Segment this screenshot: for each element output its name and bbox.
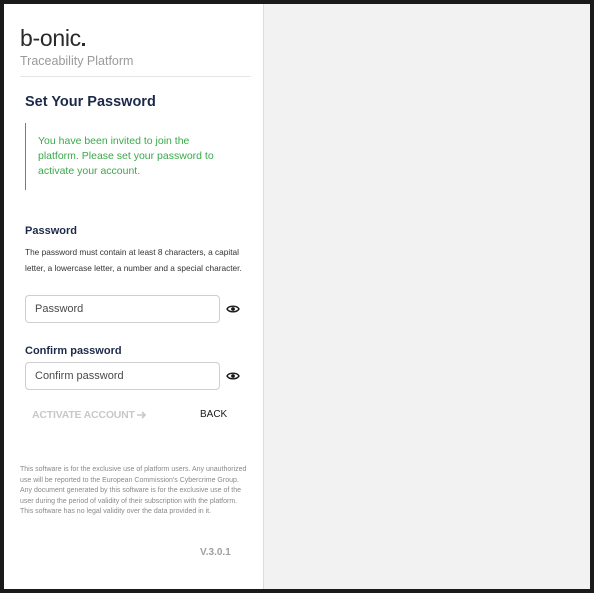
logo-text: b-onic xyxy=(20,25,81,51)
arrow-right-icon xyxy=(137,410,147,419)
activate-account-button[interactable]: ACTIVATE ACCOUNT xyxy=(32,409,147,421)
eye-icon[interactable] xyxy=(226,371,240,381)
brand-subtitle: Traceability Platform xyxy=(20,54,134,68)
form-panel: b-onic Traceability Platform Set Your Pa… xyxy=(4,4,264,589)
header-divider xyxy=(20,76,251,77)
eye-icon[interactable] xyxy=(226,304,240,314)
logo-dot xyxy=(81,43,85,46)
brand-logo: b-onic xyxy=(20,25,85,51)
app-window: b-onic Traceability Platform Set Your Pa… xyxy=(0,0,594,593)
invitation-alert: You have been invited to join the platfo… xyxy=(25,123,225,190)
background-panel xyxy=(264,4,590,589)
version-label: V.3.0.1 xyxy=(200,547,231,558)
page-title: Set Your Password xyxy=(25,94,156,110)
confirm-password-label: Confirm password xyxy=(25,345,122,357)
alert-message: You have been invited to join the platfo… xyxy=(38,135,214,177)
disclaimer-text: This software is for the exclusive use o… xyxy=(20,466,247,515)
password-label: Password xyxy=(25,225,77,237)
password-requirements: The password must contain at least 8 cha… xyxy=(25,247,242,273)
activate-account-label: ACTIVATE ACCOUNT xyxy=(32,409,135,421)
confirm-password-input[interactable] xyxy=(25,362,220,390)
password-input[interactable] xyxy=(25,295,220,323)
back-button[interactable]: BACK xyxy=(200,409,227,420)
